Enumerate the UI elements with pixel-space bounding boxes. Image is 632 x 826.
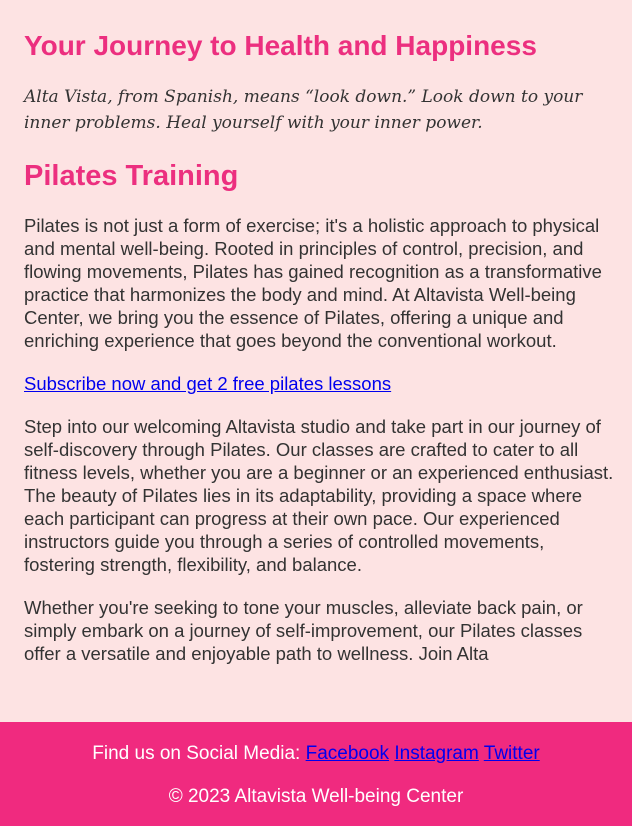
instagram-link[interactable]: Instagram [394, 743, 478, 764]
social-media-row: Find us on Social Media: Facebook Instag… [0, 742, 632, 766]
section-title: Pilates Training [24, 160, 239, 192]
footer: Find us on Social Media: Facebook Instag… [0, 722, 632, 826]
wellness-paragraph: Whether you're seeking to tone your musc… [24, 597, 583, 664]
social-label: Find us on Social Media: [92, 743, 301, 764]
facebook-link[interactable]: Facebook [306, 743, 389, 764]
tagline: Alta Vista, from Spanish, means “look do… [24, 87, 583, 133]
intro-paragraph: Pilates is not just a form of exercise; … [24, 215, 602, 351]
subscribe-link-container: Subscribe now and get 2 free pilates les… [24, 372, 620, 395]
main-content: Your Journey to Health and Happiness Alt… [24, 0, 620, 665]
twitter-link[interactable]: Twitter [484, 743, 540, 764]
copyright: © 2023 Altavista Well-being Center [168, 786, 464, 807]
studio-paragraph: Step into our welcoming Altavista studio… [24, 416, 614, 575]
subscribe-link[interactable]: Subscribe now and get 2 free pilates les… [24, 373, 391, 394]
page-title: Your Journey to Health and Happiness [24, 30, 537, 61]
